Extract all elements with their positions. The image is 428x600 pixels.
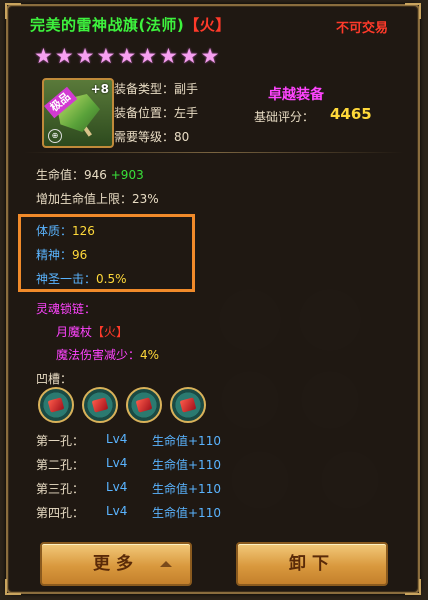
panel-corner-ornament xyxy=(5,579,21,595)
hole-row: 第四孔： Lv4 生命值+110 xyxy=(36,504,296,521)
item-element-tag: 【火】 xyxy=(184,16,231,34)
hole-row: 第一孔： Lv4 生命值+110 xyxy=(36,432,296,449)
constitution-value: 126 xyxy=(72,224,95,238)
soul-effect-label: 魔法伤害减少： xyxy=(56,348,141,362)
more-button-label: 更多 xyxy=(93,554,139,574)
hp-max-label: 增加生命值上限： xyxy=(36,192,133,206)
holy-strike-value: 0.5% xyxy=(96,272,127,286)
more-button[interactable]: 更多 xyxy=(40,542,192,586)
panel-corner-ornament xyxy=(5,3,21,19)
star-icon: ★ xyxy=(117,44,137,68)
spirit-label: 精神： xyxy=(36,248,73,262)
hole-name: 第三孔： xyxy=(36,482,85,496)
equip-position-label: 装备位置： xyxy=(114,106,175,120)
panel-corner-ornament xyxy=(405,579,421,595)
spirit-value: 96 xyxy=(72,248,88,262)
hole-row: 第二孔： Lv4 生命值+110 xyxy=(36,456,296,473)
constitution-stat: 体质：126 xyxy=(36,222,95,239)
hole-name: 第一孔： xyxy=(36,434,85,448)
equip-position-line: 装备位置：左手 xyxy=(114,104,198,121)
ruby-gem-icon[interactable] xyxy=(126,387,162,423)
soul-chain-effect: 魔法伤害减少：4% xyxy=(56,346,159,363)
ruby-gem-icon[interactable] xyxy=(170,387,206,423)
ruby-gem-icon[interactable] xyxy=(38,387,74,423)
equip-position-value: 左手 xyxy=(174,106,199,120)
holy-strike-stat: 神圣一击：0.5% xyxy=(36,270,127,287)
soul-item-tag: 【火】 xyxy=(92,325,129,339)
hole-level: Lv4 xyxy=(106,456,128,470)
star-icon: ★ xyxy=(200,44,220,68)
bound-icon: ⊕ xyxy=(48,129,62,143)
hp-stat: 生命值：946 +903 xyxy=(36,166,144,183)
unequip-button-label: 卸下 xyxy=(289,554,335,574)
soul-chain-title: 灵魂锁链： xyxy=(36,302,97,316)
hole-level: Lv4 xyxy=(106,504,128,518)
star-icon: ★ xyxy=(138,44,157,68)
divider xyxy=(24,152,404,153)
hp-max-value: 23% xyxy=(132,192,159,206)
holy-strike-label: 神圣一击： xyxy=(36,272,97,286)
hole-attr: 生命值+110 xyxy=(152,458,221,472)
panel-corner-ornament xyxy=(405,3,421,19)
star-icon: ★ xyxy=(179,44,199,68)
enhance-level: +8 xyxy=(90,82,109,96)
equip-type-label: 装备类型： xyxy=(114,82,175,96)
star-icon: ★ xyxy=(34,44,53,68)
hole-attr: 生命值+110 xyxy=(152,506,221,520)
unequip-button[interactable]: 卸下 xyxy=(236,542,388,586)
spirit-stat: 精神：96 xyxy=(36,246,87,263)
hole-level: Lv4 xyxy=(106,432,128,446)
hole-row: 第三孔： Lv4 生命值+110 xyxy=(36,480,296,497)
ruby-gem-icon[interactable] xyxy=(82,387,118,423)
soul-chain-item: 月魔杖【火】 xyxy=(56,323,128,340)
hole-level: Lv4 xyxy=(106,480,128,494)
item-title: 完美的雷神战旗(法师)【火】 xyxy=(30,14,231,35)
gem-slots xyxy=(38,387,206,423)
hole-attr: 生命值+110 xyxy=(152,482,221,496)
item-name: 完美的雷神战旗(法师) xyxy=(30,16,185,34)
hp-max-stat: 增加生命值上限：23% xyxy=(36,190,159,207)
hole-name: 第四孔： xyxy=(36,506,85,520)
required-level-value: 80 xyxy=(174,130,190,144)
star-icon: ★ xyxy=(158,44,178,68)
required-level-line: 需要等级：80 xyxy=(114,128,189,145)
equip-type-line: 装备类型：副手 xyxy=(114,80,198,97)
star-icon: ★ xyxy=(54,44,74,68)
hp-base: 946 xyxy=(84,168,107,182)
item-tooltip-panel: 完美的雷神战旗(法师)【火】 不可交易 ★ ★ ★ ★ ★ ★ ★ ★ ★ 极品… xyxy=(5,3,421,595)
score-value: 4465 xyxy=(330,105,372,123)
star-icon: ★ xyxy=(75,44,95,68)
soul-effect-value: 4% xyxy=(140,348,160,362)
hp-bonus: +903 xyxy=(110,168,144,182)
constitution-label: 体质： xyxy=(36,224,73,238)
tradeable-status: 不可交易 xyxy=(335,21,388,36)
slots-title: 凹槽： xyxy=(36,372,73,386)
hp-label: 生命值： xyxy=(36,168,85,182)
star-icon: ★ xyxy=(96,44,116,68)
item-icon: 极品 +8 ⊕ xyxy=(42,78,114,148)
soul-item-name: 月魔杖 xyxy=(56,325,93,339)
caret-up-icon xyxy=(160,561,172,567)
quality-name: 卓越装备 xyxy=(268,87,324,103)
score-label: 基础评分： xyxy=(254,110,315,124)
star-rating: ★ ★ ★ ★ ★ ★ ★ ★ ★ xyxy=(34,46,219,67)
required-level-label: 需要等级： xyxy=(114,130,175,144)
equip-type-value: 副手 xyxy=(174,82,199,96)
hole-attr: 生命值+110 xyxy=(152,434,221,448)
hole-name: 第二孔： xyxy=(36,458,85,472)
